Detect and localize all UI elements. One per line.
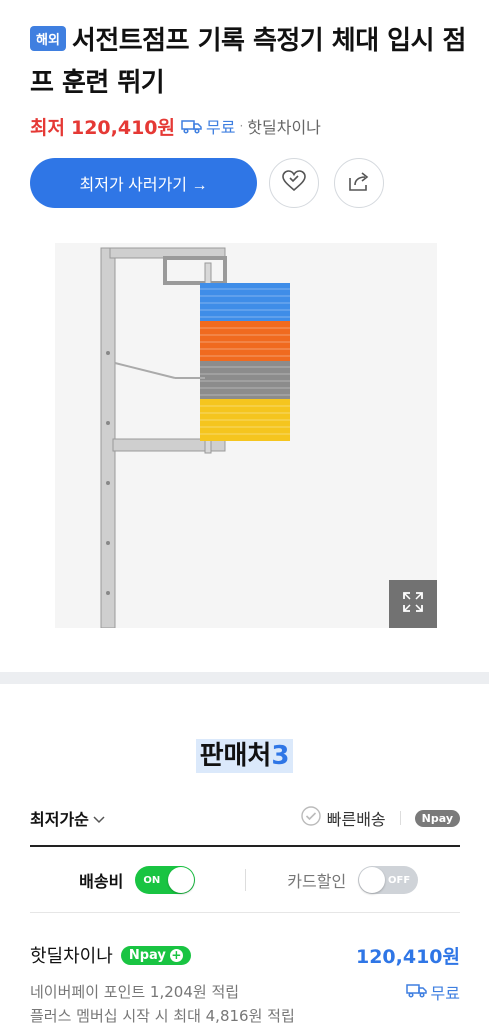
heart-icon [281, 169, 307, 197]
share-button[interactable] [334, 158, 384, 208]
expand-image-button[interactable] [389, 580, 437, 628]
expand-icon [401, 590, 425, 618]
lowest-price: 120,410원 [70, 116, 175, 139]
toggle-knob [168, 867, 195, 893]
plus-icon: + [169, 948, 183, 962]
offer-top-row: 핫딜차이나 Npay + 120,410원 [30, 940, 460, 970]
chevron-down-icon [93, 809, 105, 828]
list-item[interactable]: 핫딜차이나 Npay + 120,410원 네이버페이 포인트 1,204원 적… [30, 940, 460, 1024]
buy-lowest-button[interactable]: 최저가 사러가기 → [30, 158, 257, 208]
shipping-free: 무료 [206, 118, 236, 137]
card-discount-label: 카드할인 [287, 872, 347, 891]
sellers-heading-highlight: 판매처3 [195, 739, 294, 773]
toggle-on-text: ON [143, 874, 161, 886]
product-title: 서전트점프 기록 측정기 체대 입시 점프 훈련 뛰기 [30, 26, 466, 98]
offer-point-note: 네이버페이 포인트 1,204원 적립 [30, 983, 240, 1001]
toggle-knob [359, 867, 386, 893]
product-image[interactable] [55, 243, 437, 628]
sellers-heading: 판매처3 [0, 735, 489, 773]
share-icon [347, 170, 371, 196]
price-summary: 최저 120,410원 무료 · 핫딜차이나 [30, 112, 321, 140]
offer-membership-note: 플러스 멤버십 시작 시 최대 4,816원 적립 [30, 1007, 295, 1024]
truck-icon [405, 982, 428, 1002]
lowest-label: 최저 [30, 116, 65, 139]
shipping-fee-filter: 배송비 ON [30, 866, 245, 894]
fast-shipping-label: 빠른배송 [326, 810, 386, 829]
seller-name: 핫딜차이나 [247, 118, 321, 137]
filter-separator [399, 811, 401, 825]
filter-underline [30, 912, 460, 913]
shipping-fee-label: 배송비 [79, 872, 124, 891]
card-discount-filter: 카드할인 OFF [246, 866, 461, 894]
overseas-badge: 해외 [30, 26, 66, 51]
offer-bottom-row: 네이버페이 포인트 1,204원 적립 무료 [30, 980, 460, 1004]
offer-seller-name: 핫딜차이나 [30, 946, 113, 967]
offer-shipping-label: 무료 [430, 984, 460, 1003]
filter-row: 배송비 ON 카드할인 OFF [30, 860, 460, 900]
npay-plus-badge: Npay + [120, 945, 191, 965]
npay-plus-label: Npay [128, 947, 166, 963]
separator-dot: · [239, 119, 244, 133]
product-title-block: 해외 서전트점프 기록 측정기 체대 입시 점프 훈련 뛰기 [30, 20, 470, 104]
card-discount-toggle[interactable]: OFF [358, 866, 419, 894]
sort-dropdown[interactable]: 최저가순 [30, 806, 105, 830]
sellers-count: 3 [271, 741, 290, 771]
toggle-off-text: OFF [388, 874, 411, 886]
sort-dropdown-label: 최저가순 [30, 810, 89, 829]
truck-icon [181, 118, 203, 134]
offer-shipping: 무료 [405, 980, 460, 1004]
sort-underline [30, 845, 460, 847]
shipping-fee-toggle[interactable]: ON [135, 866, 196, 894]
check-circle-icon [301, 806, 321, 830]
sort-row: 최저가순 빠른배송 Npay [30, 800, 460, 836]
npay-filter-badge[interactable]: Npay [414, 809, 460, 827]
section-divider [0, 672, 489, 684]
wishlist-button[interactable] [269, 158, 319, 208]
sellers-heading-label: 판매처 [199, 741, 272, 771]
fast-shipping-filter[interactable]: 빠른배송 Npay [301, 806, 460, 830]
offer-price: 120,410원 [355, 945, 460, 968]
